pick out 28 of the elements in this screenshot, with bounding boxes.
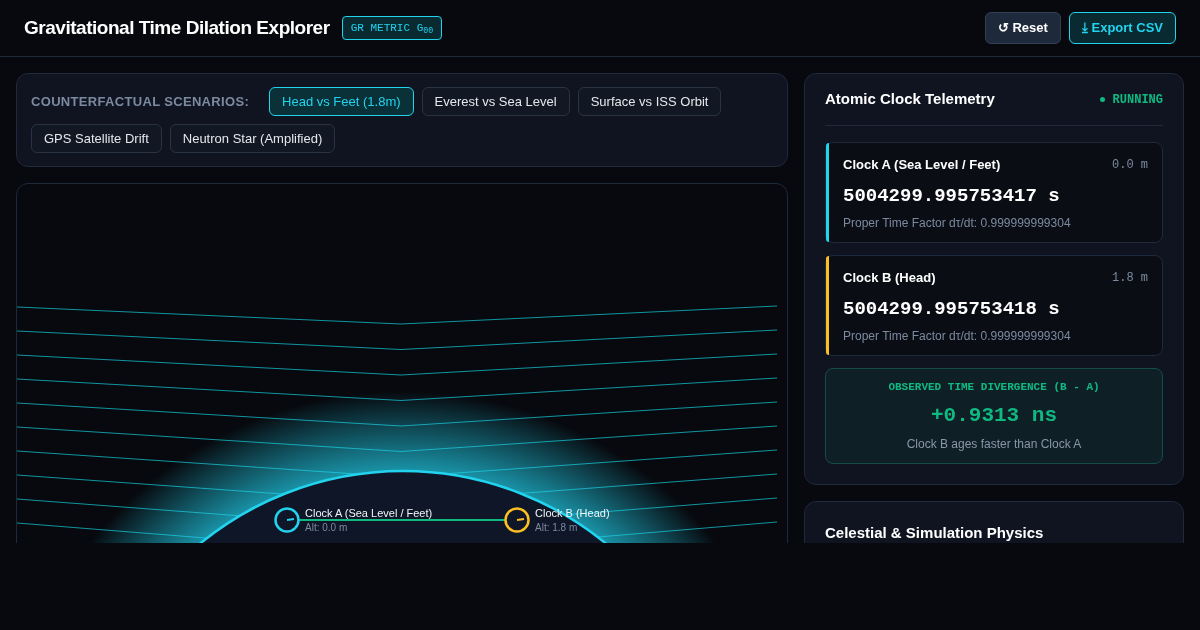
scenario-button[interactable]: Head vs Feet (1.8m)	[269, 87, 414, 116]
altitude-label: Alt: 0.0 m	[305, 522, 348, 533]
status-label: RUNNING	[1112, 91, 1163, 109]
panel-title: Atomic Clock Telemetry	[825, 89, 995, 110]
clock-label: Clock B (Head)	[535, 507, 610, 519]
divergence-value: +0.9313 ns	[931, 402, 1057, 429]
clock-name: Clock B (Head)	[843, 269, 936, 287]
panel-title: Celestial & Simulation Physics	[825, 523, 1045, 543]
scenario-button[interactable]: Neutron Star (Amplified)	[169, 124, 336, 153]
time-factor: Proper Time Factor dτ/dt: 0.999999999304	[843, 328, 1072, 345]
time-factor: Proper Time Factor dτ/dt: 0.999999999304	[843, 215, 1072, 232]
scenarios-label: COUNTERFACTUAL SCENARIOS:	[31, 92, 250, 111]
scenario-button[interactable]: Everest vs Sea Level	[421, 87, 570, 116]
clock-time: 5004299.995753418 s	[843, 296, 1061, 322]
reset-button[interactable]: ↺ Reset	[984, 12, 1061, 44]
clock-altitude: 1.8 m	[1112, 269, 1148, 287]
scenario-button[interactable]: Surface vs ISS Orbit	[577, 87, 722, 116]
clock-name: Clock A (Sea Level / Feet)	[843, 156, 1001, 174]
divergence-label: OBSERVED TIME DIVERGENCE (B - A)	[888, 380, 1100, 395]
clock-altitude: 0.0 m	[1112, 156, 1148, 174]
metric-badge: GR METRIC G$_{00}$	[341, 15, 443, 41]
clock-label: Clock A (Sea Level / Feet)	[305, 507, 433, 519]
export-button[interactable]: ⤓ Export CSV	[1068, 12, 1176, 44]
clock-time: 5004299.995753417 s	[843, 183, 1061, 209]
altitude-label: Alt: 1.8 m	[535, 522, 578, 533]
app-title: Gravitational Time Dilation Explorer	[24, 15, 330, 40]
divergence-note: Clock B ages faster than Clock A	[906, 436, 1082, 453]
scenario-button[interactable]: GPS Satellite Drift	[31, 124, 162, 153]
